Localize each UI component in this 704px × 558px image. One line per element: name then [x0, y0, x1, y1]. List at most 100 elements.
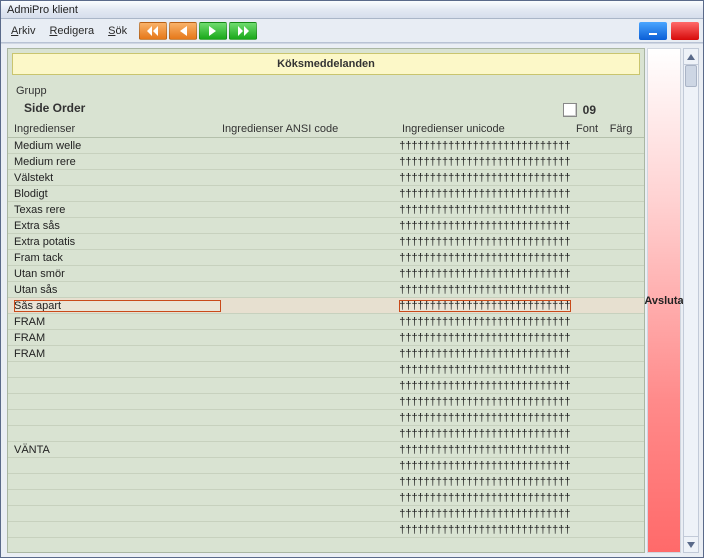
- minimize-button[interactable]: [639, 22, 667, 40]
- table-row[interactable]: ††††††††††††††††††††††††††††: [8, 410, 644, 426]
- sidebar-exit[interactable]: Avsluta: [647, 48, 681, 553]
- cell-unicode: ††††††††††††††††††††††††††††: [399, 140, 570, 152]
- cell-name: Utan sås: [14, 284, 221, 296]
- cell-name: Extra potatis: [14, 236, 221, 248]
- table-row[interactable]: ††††††††††††††††††††††††††††: [8, 362, 644, 378]
- cell-name: Välstekt: [14, 172, 221, 184]
- table-row[interactable]: ††††††††††††††††††††††††††††: [8, 458, 644, 474]
- cell-unicode: ††††††††††††††††††††††††††††: [399, 524, 570, 536]
- cell-unicode: ††††††††††††††††††††††††††††: [399, 252, 570, 264]
- table-row[interactable]: VÄNTA ††††††††††††††††††††††††††††: [8, 442, 644, 458]
- cell-name: FRAM: [14, 348, 221, 360]
- panel-title: Köksmeddelanden: [12, 53, 640, 75]
- cell-name: Utan smör: [14, 268, 221, 280]
- table-row[interactable]: Extra potatis †††††††††††††††††††††††††††…: [8, 234, 644, 250]
- nav-last-button[interactable]: [229, 22, 257, 40]
- menu-sok[interactable]: Sök: [102, 23, 133, 39]
- titlebar: AdmiPro klient: [1, 1, 703, 19]
- cell-unicode: ††††††††††††††††††††††††††††: [399, 300, 570, 312]
- scroll-up-icon[interactable]: [684, 49, 698, 65]
- sidebar-label: Avsluta: [644, 295, 683, 307]
- cell-unicode: ††††††††††††††††††††††††††††: [399, 396, 570, 408]
- cell-name: Medium welle: [14, 140, 221, 152]
- cell-name: Medium rere: [14, 156, 221, 168]
- table-row[interactable]: Sås apart ††††††††††††††††††††††††††††: [8, 298, 644, 314]
- column-headers: Ingredienser Ingredienser ANSI code Ingr…: [8, 121, 644, 138]
- scroll-down-icon[interactable]: [684, 536, 698, 552]
- scroll-track[interactable]: [684, 65, 698, 536]
- cell-unicode: ††††††††††††††††††††††††††††: [399, 316, 570, 328]
- cell-unicode: ††††††††††††††††††††††††††††: [399, 380, 570, 392]
- table-row[interactable]: ††††††††††††††††††††††††††††: [8, 522, 644, 538]
- table-row[interactable]: Välstekt ††††††††††††††††††††††††††††: [8, 170, 644, 186]
- col-unicode: Ingredienser unicode: [402, 123, 570, 135]
- menu-redigera[interactable]: Redigera: [43, 23, 100, 39]
- group-label-row: Grupp: [8, 79, 644, 99]
- data-grid[interactable]: Medium welle ††††††††††††††††††††††††††††…: [8, 138, 644, 552]
- col-farg: Färg: [604, 123, 638, 135]
- cell-name: Fram tack: [14, 252, 221, 264]
- menu-arkiv[interactable]: Arkiv: [5, 23, 41, 39]
- table-row[interactable]: Utan sås ††††††††††††††††††††††††††††: [8, 282, 644, 298]
- cell-unicode: ††††††††††††††††††††††††††††: [399, 412, 570, 424]
- cell-unicode: ††††††††††††††††††††††††††††: [399, 476, 570, 488]
- table-row[interactable]: Fram tack ††††††††††††††††††††††††††††: [8, 250, 644, 266]
- table-row[interactable]: FRAM ††††††††††††††††††††††††††††: [8, 314, 644, 330]
- col-ansi: Ingredienser ANSI code: [222, 123, 402, 135]
- number-value: 09: [583, 103, 596, 117]
- cell-unicode: ††††††††††††††††††††††††††††: [399, 268, 570, 280]
- cell-unicode: ††††††††††††††††††††††††††††: [399, 332, 570, 344]
- cell-unicode: ††††††††††††††††††††††††††††: [399, 428, 570, 440]
- cell-unicode: ††††††††††††††††††††††††††††: [399, 172, 570, 184]
- number-box: 09: [563, 103, 596, 117]
- table-row[interactable]: ††††††††††††††††††††††††††††: [8, 426, 644, 442]
- cell-name: FRAM: [14, 316, 221, 328]
- table-row[interactable]: ††††††††††††††††††††††††††††: [8, 474, 644, 490]
- cell-unicode: ††††††††††††††††††††††††††††: [399, 460, 570, 472]
- group-value-row: Side Order 09: [8, 99, 644, 121]
- cell-unicode: ††††††††††††††††††††††††††††: [399, 364, 570, 376]
- group-label: Grupp: [16, 85, 47, 97]
- table-row[interactable]: FRAM ††††††††††††††††††††††††††††: [8, 346, 644, 362]
- vertical-scrollbar[interactable]: [683, 48, 699, 553]
- window-title: AdmiPro klient: [7, 4, 78, 16]
- table-row[interactable]: Blodigt ††††††††††††††††††††††††††††: [8, 186, 644, 202]
- close-button[interactable]: [671, 22, 699, 40]
- menubar: Arkiv Redigera Sök: [1, 19, 703, 43]
- cell-name: VÄNTA: [14, 444, 221, 456]
- table-row[interactable]: Medium welle ††††††††††††††††††††††††††††: [8, 138, 644, 154]
- table-row[interactable]: Medium rere ††††††††††††††††††††††††††††: [8, 154, 644, 170]
- cell-unicode: ††††††††††††††††††††††††††††: [399, 204, 570, 216]
- table-row[interactable]: Utan smör ††††††††††††††††††††††††††††: [8, 266, 644, 282]
- cell-unicode: ††††††††††††††††††††††††††††: [399, 220, 570, 232]
- cell-unicode: ††††††††††††††††††††††††††††: [399, 508, 570, 520]
- table-row[interactable]: FRAM ††††††††††††††††††††††††††††: [8, 330, 644, 346]
- cell-unicode: ††††††††††††††††††††††††††††: [399, 236, 570, 248]
- content-area: Köksmeddelanden Grupp Side Order 09 Ingr…: [1, 43, 703, 557]
- cell-unicode: ††††††††††††††††††††††††††††: [399, 156, 570, 168]
- cell-name: Blodigt: [14, 188, 221, 200]
- cell-name: FRAM: [14, 332, 221, 344]
- nav-next-button[interactable]: [199, 22, 227, 40]
- nav-first-button[interactable]: [139, 22, 167, 40]
- table-row[interactable]: ††††††††††††††††††††††††††††: [8, 378, 644, 394]
- group-value: Side Order: [16, 101, 85, 119]
- cell-unicode: ††††††††††††††††††††††††††††: [399, 348, 570, 360]
- cell-name: Extra sås: [14, 220, 221, 232]
- number-checkbox[interactable]: [563, 103, 577, 117]
- cell-unicode: ††††††††††††††††††††††††††††: [399, 188, 570, 200]
- table-row[interactable]: ††††††††††††††††††††††††††††: [8, 506, 644, 522]
- table-row[interactable]: ††††††††††††††††††††††††††††: [8, 490, 644, 506]
- cell-unicode: ††††††††††††††††††††††††††††: [399, 492, 570, 504]
- table-row[interactable]: Texas rere ††††††††††††††††††††††††††††: [8, 202, 644, 218]
- main-panel: Köksmeddelanden Grupp Side Order 09 Ingr…: [7, 48, 645, 553]
- cell-name: Texas rere: [14, 204, 221, 216]
- cell-unicode: ††††††††††††††††††††††††††††: [399, 444, 570, 456]
- nav-prev-button[interactable]: [169, 22, 197, 40]
- table-row[interactable]: ††††††††††††††††††††††††††††: [8, 394, 644, 410]
- cell-name: Sås apart: [14, 300, 221, 312]
- cell-unicode: ††††††††††††††††††††††††††††: [399, 284, 570, 296]
- col-font: Font: [570, 123, 604, 135]
- table-row[interactable]: Extra sås ††††††††††††††††††††††††††††: [8, 218, 644, 234]
- scroll-thumb[interactable]: [685, 65, 697, 87]
